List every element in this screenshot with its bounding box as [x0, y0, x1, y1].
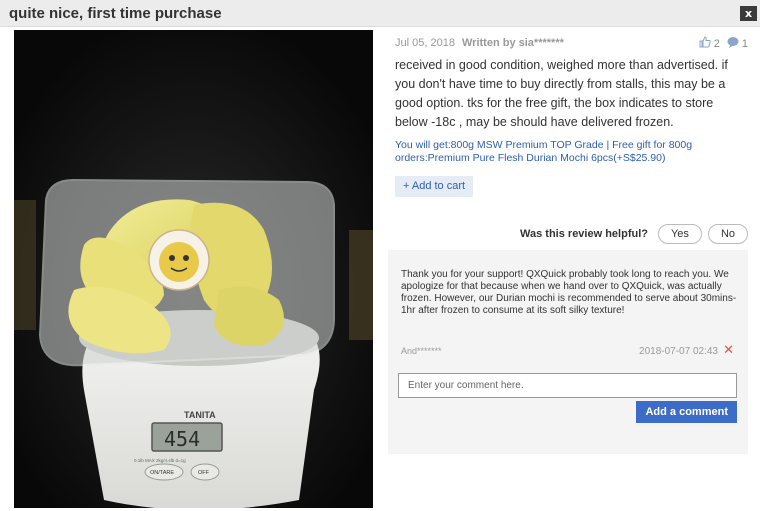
seller-reply: Thank you for your support! QXQuick prob… [388, 250, 748, 454]
thumbs-up-icon[interactable] [699, 36, 711, 51]
review-date: Jul 05, 2018 [395, 37, 455, 49]
scale-display: 454 [164, 427, 200, 451]
add-comment-button[interactable]: Add a comment [636, 401, 737, 423]
scale-brand-text: TANITA [184, 410, 216, 420]
scale-on-tare-label: ON/TARE [150, 470, 174, 476]
reply-text: Thank you for your support! QXQuick prob… [401, 269, 737, 316]
comment-input[interactable] [398, 373, 737, 398]
close-icon[interactable]: ✕ [723, 344, 734, 357]
review-photo[interactable]: TANITA 454 0.1lb MAX 2kg/4.4lb d=1g ON/T… [14, 30, 373, 508]
review-counts: 2 1 [699, 36, 748, 51]
comment-bubble-icon[interactable] [727, 36, 739, 51]
review-author: Written by sia******* [462, 37, 564, 49]
scale-fine-print: 0.1lb MAX 2kg/4.4lb d=1g [134, 458, 186, 463]
reply-author: And******* [401, 346, 442, 356]
dialog-titlebar: quite nice, first time purchase x [0, 0, 760, 27]
helpful-no-button[interactable]: No [707, 224, 748, 244]
helpful-yes-button[interactable]: Yes [657, 224, 702, 244]
review-title: quite nice, first time purchase [9, 5, 222, 22]
add-to-cart-button[interactable]: + Add to cart [395, 176, 474, 197]
close-button[interactable]: x [740, 6, 757, 21]
purchased-variant: You will get:800g MSW Premium TOP Grade … [395, 139, 693, 164]
helpful-label: Was this review helpful? [520, 228, 648, 240]
review-body: received in good condition, weighed more… [395, 58, 728, 129]
durian-scale-image: TANITA 454 0.1lb MAX 2kg/4.4lb d=1g ON/T… [14, 30, 373, 508]
reply-date: 2018-07-07 02:43 [639, 346, 718, 357]
comment-count: 1 [741, 37, 748, 50]
review-meta: Jul 05, 2018 Written by sia******* [395, 37, 564, 49]
scale-off-label: OFF [198, 470, 210, 476]
like-count: 2 [713, 37, 720, 50]
helpful-prompt: Was this review helpful? Yes No [520, 224, 748, 244]
